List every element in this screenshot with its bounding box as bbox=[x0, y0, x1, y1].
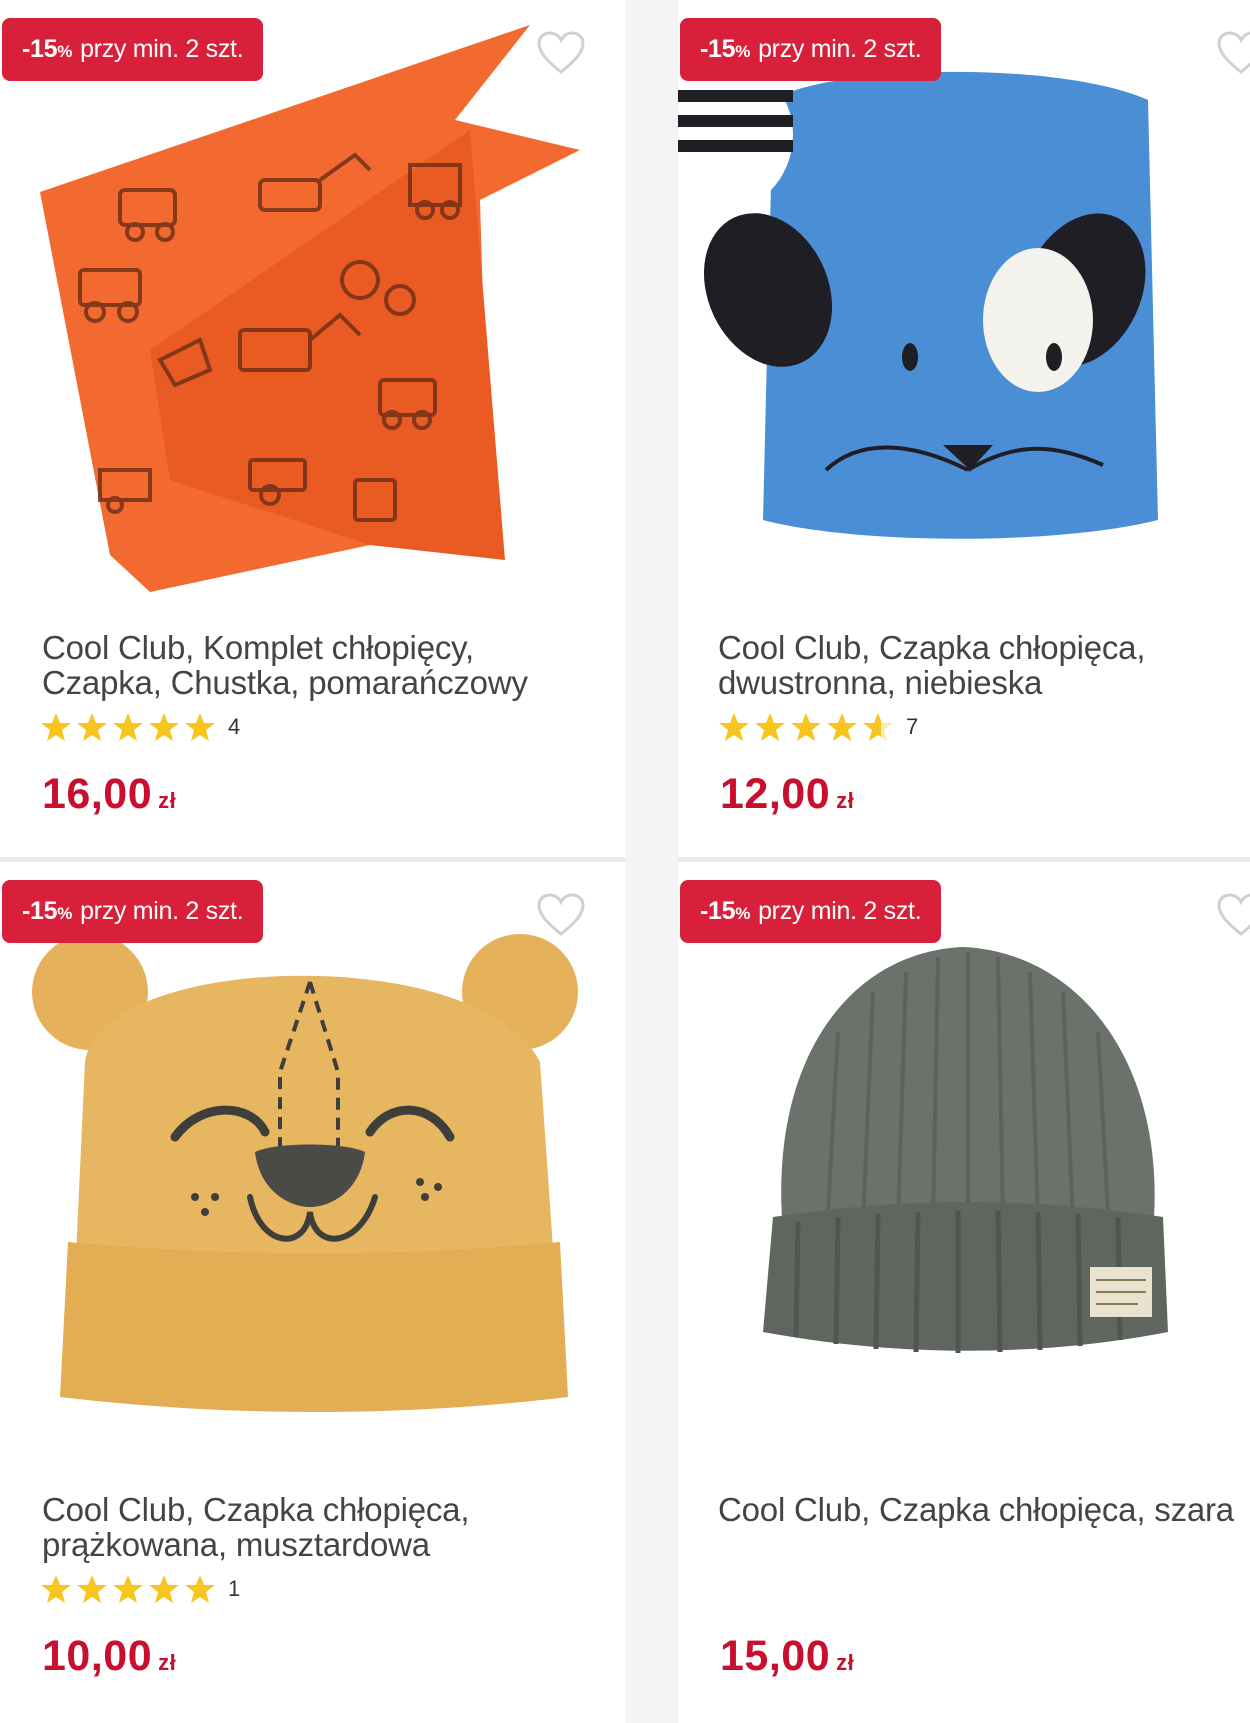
price: 10,00 zł bbox=[42, 1632, 176, 1681]
price-value: 16,00 bbox=[42, 770, 153, 818]
grid-gutter bbox=[625, 0, 678, 1723]
discount-condition: przy min. 2 szt. bbox=[758, 897, 922, 925]
product-grid: -15% przy min. 2 szt. Cool Club, Komplet… bbox=[0, 0, 1250, 1723]
discount-percent: -15% bbox=[22, 897, 73, 925]
star-icon bbox=[719, 713, 749, 741]
discount-percent: -15% bbox=[700, 35, 751, 63]
price-value: 12,00 bbox=[720, 770, 831, 818]
rating-count: 4 bbox=[228, 714, 241, 739]
product-card[interactable]: -15% przy min. 2 szt. Cool Club, Komplet… bbox=[0, 0, 625, 857]
star-icon bbox=[149, 1575, 179, 1603]
discount-condition: przy min. 2 szt. bbox=[758, 35, 922, 63]
price: 12,00 zł bbox=[720, 770, 854, 819]
heart-outline-icon[interactable] bbox=[536, 30, 586, 76]
mustard-bear-hat-image[interactable] bbox=[0, 862, 625, 1462]
star-icon bbox=[755, 713, 785, 741]
product-title[interactable]: Cool Club, Czapka chłopięca, prążkowana,… bbox=[42, 1492, 602, 1562]
discount-condition: przy min. 2 szt. bbox=[80, 35, 244, 63]
product-title[interactable]: Cool Club, Czapka chłopięca, dwustronna,… bbox=[718, 630, 1248, 700]
price: 15,00 zł bbox=[720, 1632, 854, 1681]
rating-count: 1 bbox=[228, 1576, 241, 1601]
star-icon bbox=[791, 713, 821, 741]
star-icon bbox=[113, 1575, 143, 1603]
star-icon bbox=[41, 713, 71, 741]
discount-badge: -15% przy min. 2 szt. bbox=[680, 880, 942, 943]
rating: 1 bbox=[40, 1574, 240, 1604]
currency: zł bbox=[158, 1650, 177, 1675]
currency: zł bbox=[836, 1650, 855, 1675]
heart-outline-icon[interactable] bbox=[536, 892, 586, 938]
product-card[interactable]: -15% przy min. 2 szt. Cool Club, Czapka … bbox=[678, 0, 1250, 857]
price-value: 10,00 bbox=[42, 1632, 153, 1680]
discount-badge: -15% przy min. 2 szt. bbox=[680, 18, 942, 81]
star-icon bbox=[113, 713, 143, 741]
price-value: 15,00 bbox=[720, 1632, 831, 1680]
rating: 4 bbox=[40, 712, 240, 742]
currency: zł bbox=[836, 788, 855, 813]
heart-outline-icon[interactable] bbox=[1216, 30, 1250, 76]
heart-outline-icon[interactable] bbox=[1216, 892, 1250, 938]
orange-bandana-hat-image[interactable] bbox=[0, 0, 625, 600]
rating: 7 bbox=[718, 712, 918, 742]
star-icon bbox=[77, 713, 107, 741]
blue-dog-hat-image[interactable] bbox=[678, 0, 1250, 600]
product-title[interactable]: Cool Club, Czapka chłopięca, szara bbox=[718, 1492, 1248, 1527]
rating-count: 7 bbox=[906, 714, 919, 739]
discount-badge: -15% przy min. 2 szt. bbox=[2, 18, 264, 81]
currency: zł bbox=[158, 788, 177, 813]
product-card[interactable]: -15% przy min. 2 szt. Cool Club, Czapka … bbox=[0, 862, 625, 1723]
star-half-icon bbox=[863, 713, 893, 741]
grey-knit-beanie-image[interactable] bbox=[678, 862, 1250, 1462]
star-icon bbox=[185, 1575, 215, 1603]
price: 16,00 zł bbox=[42, 770, 176, 819]
star-icon bbox=[827, 713, 857, 741]
product-card[interactable]: -15% przy min. 2 szt. Cool Club, Czapka … bbox=[678, 862, 1250, 1723]
star-icon bbox=[41, 1575, 71, 1603]
discount-badge: -15% przy min. 2 szt. bbox=[2, 880, 264, 943]
star-icon bbox=[149, 713, 179, 741]
discount-percent: -15% bbox=[700, 897, 751, 925]
discount-condition: przy min. 2 szt. bbox=[80, 897, 244, 925]
star-icon bbox=[77, 1575, 107, 1603]
product-title[interactable]: Cool Club, Komplet chłopięcy, Czapka, Ch… bbox=[42, 630, 602, 700]
star-icon bbox=[185, 713, 215, 741]
discount-percent: -15% bbox=[22, 35, 73, 63]
